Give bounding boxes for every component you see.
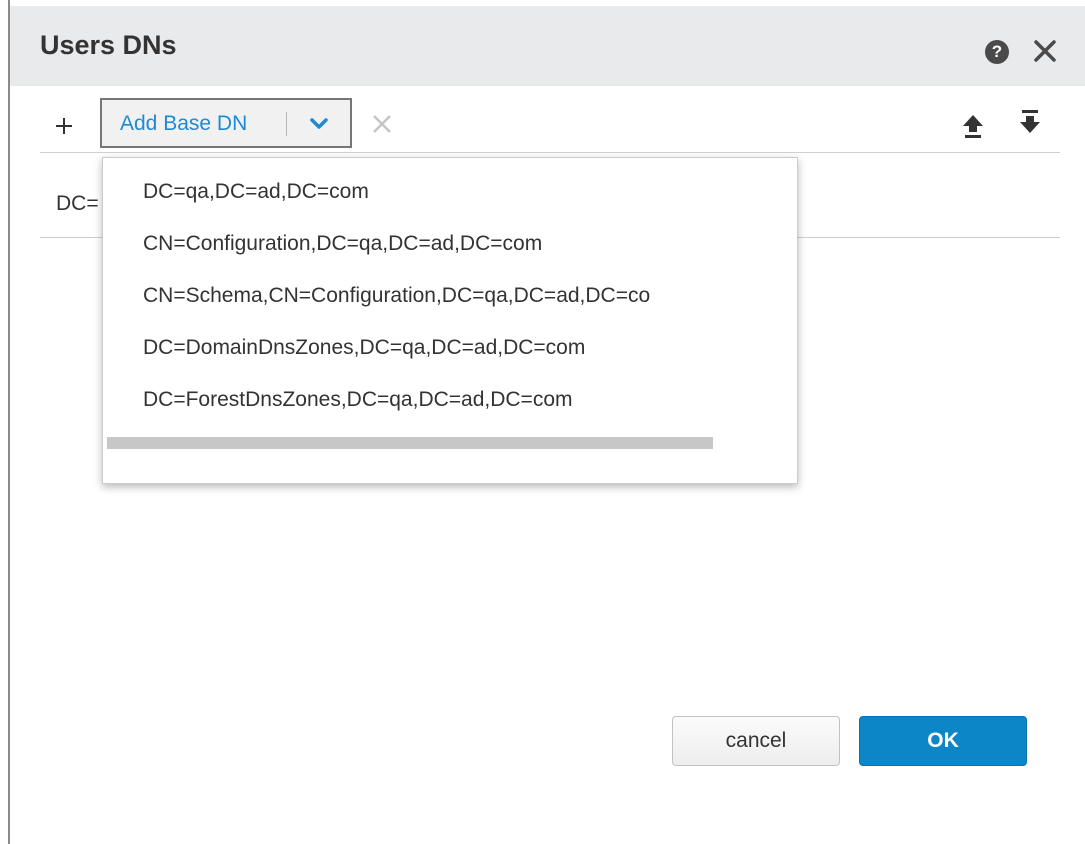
close-icon[interactable] bbox=[1030, 36, 1060, 66]
menu-item-dn[interactable]: CN=Schema,CN=Configuration,DC=qa,DC=ad,D… bbox=[143, 284, 783, 324]
page: Users DNs ? Add Base DN DC= DC=qa,DC=ad,… bbox=[0, 0, 1085, 844]
list-item-label: DC= bbox=[56, 192, 99, 215]
menu-item-dn[interactable]: DC=DomainDnsZones,DC=qa,DC=ad,DC=com bbox=[143, 336, 783, 376]
cancel-button[interactable]: cancel bbox=[672, 716, 840, 766]
chevron-down-icon[interactable] bbox=[308, 114, 330, 134]
users-dns-dialog: Users DNs ? Add Base DN DC= DC=qa,DC=ad,… bbox=[10, 6, 1085, 844]
plus-icon[interactable] bbox=[54, 116, 74, 136]
toolbar: Add Base DN bbox=[40, 98, 1060, 153]
menu-item-dn[interactable]: DC=ForestDnsZones,DC=qa,DC=ad,DC=com bbox=[143, 388, 783, 428]
dialog-title: Users DNs bbox=[40, 30, 177, 60]
horizontal-scrollbar[interactable] bbox=[107, 437, 713, 449]
add-base-dn-label: Add Base DN bbox=[120, 112, 248, 135]
move-up-icon[interactable] bbox=[960, 110, 986, 140]
move-down-icon[interactable] bbox=[1017, 108, 1043, 138]
base-dn-dropdown-menu: DC=qa,DC=ad,DC=com CN=Configuration,DC=q… bbox=[102, 157, 798, 484]
remove-icon[interactable] bbox=[370, 112, 394, 136]
ok-button[interactable]: OK bbox=[859, 716, 1027, 766]
dropdown-separator bbox=[286, 112, 287, 136]
menu-item-dn[interactable]: CN=Configuration,DC=qa,DC=ad,DC=com bbox=[143, 232, 783, 272]
help-icon[interactable]: ? bbox=[985, 40, 1009, 64]
add-base-dn-dropdown[interactable]: Add Base DN bbox=[100, 98, 352, 148]
menu-item-dn[interactable]: DC=qa,DC=ad,DC=com bbox=[143, 180, 783, 220]
dialog-header: Users DNs ? bbox=[10, 6, 1085, 86]
